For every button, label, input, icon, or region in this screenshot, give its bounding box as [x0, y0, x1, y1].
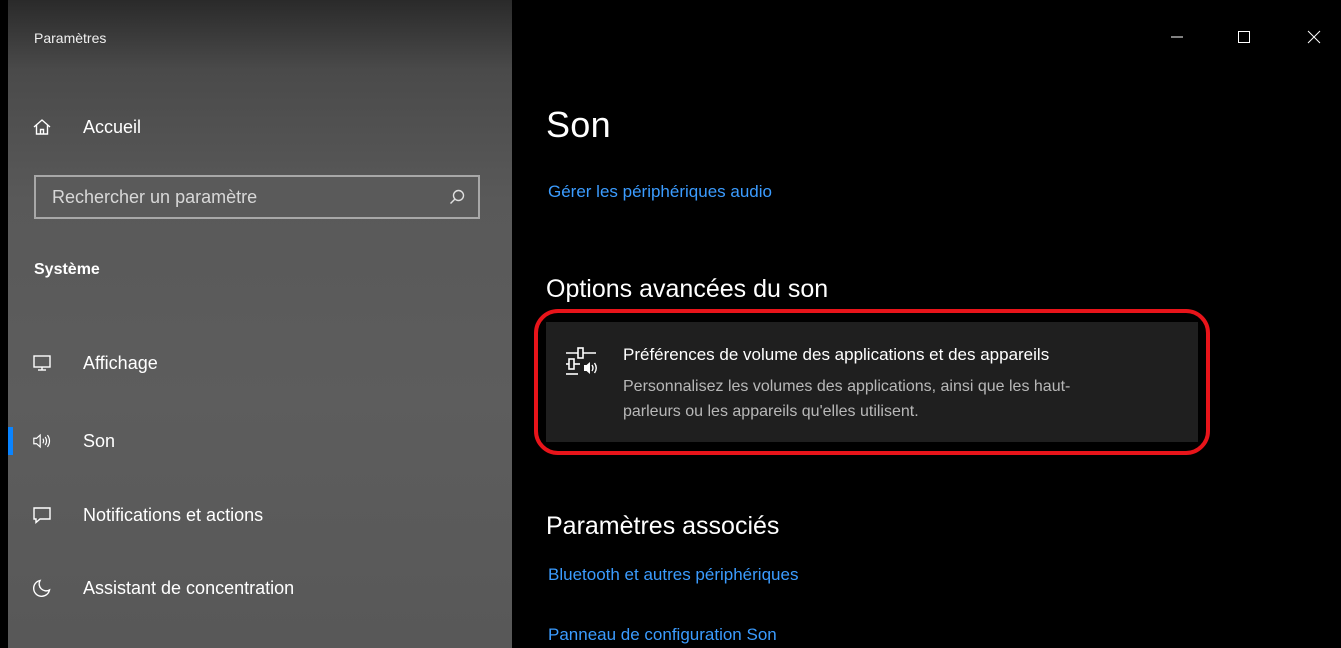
minimize-icon [1171, 36, 1183, 38]
page-title: Son [546, 104, 611, 145]
sidebar-item-affichage[interactable]: Affichage [8, 341, 512, 385]
manage-audio-devices-link[interactable]: Gérer les périphériques audio [548, 182, 772, 202]
active-indicator [8, 427, 13, 455]
sound-control-panel-link[interactable]: Panneau de configuration Son [548, 625, 777, 645]
close-icon [1307, 30, 1321, 44]
related-settings-heading: Paramètres associés [546, 512, 780, 540]
search-input[interactable] [36, 185, 444, 209]
main-content: Son Gérer les périphériques audio Option… [512, 0, 1341, 648]
sidebar: Paramètres Accueil Système [8, 0, 512, 648]
home-icon [32, 117, 52, 137]
sidebar-item-label: Son [83, 430, 116, 451]
bluetooth-devices-link[interactable]: Bluetooth et autres périphériques [548, 565, 798, 585]
app-title: Paramètres [34, 30, 107, 46]
sidebar-item-label: Assistant de concentration [83, 577, 295, 598]
speaker-icon [32, 431, 52, 451]
app-volume-preferences-card[interactable]: Préférences de volume des applications e… [546, 322, 1198, 442]
settings-window: Paramètres Accueil Système [0, 0, 1341, 648]
minimize-button[interactable] [1157, 20, 1197, 54]
close-button[interactable] [1294, 20, 1334, 54]
section-heading-systeme: Système [34, 261, 100, 278]
moon-icon [32, 578, 52, 598]
volume-mixer-icon [566, 347, 597, 375]
sidebar-item-assistant-concentration[interactable]: Assistant de concentration [8, 566, 512, 610]
sidebar-item-notifications[interactable]: Notifications et actions [8, 493, 512, 537]
advanced-sound-options-heading: Options avancées du son [546, 275, 829, 303]
card-title: Préférences de volume des applications e… [623, 345, 1050, 364]
card-description: Personnalisez les volumes des applicatio… [623, 374, 1193, 424]
maximize-icon [1238, 31, 1250, 43]
card-description-line: Personnalisez les volumes des applicatio… [623, 378, 1071, 395]
monitor-icon [32, 353, 52, 373]
card-description-line: parleurs ou les appareils qu'elles utili… [623, 403, 919, 420]
search-box [34, 175, 480, 219]
sidebar-item-son[interactable]: Son [8, 419, 512, 463]
notification-icon [32, 505, 52, 525]
sidebar-item-label: Affichage [83, 352, 158, 373]
search-icon[interactable] [448, 188, 466, 206]
sidebar-item-label: Notifications et actions [83, 504, 264, 525]
sidebar-item-home[interactable]: Accueil [8, 105, 512, 149]
maximize-button[interactable] [1224, 20, 1264, 54]
sidebar-item-label: Accueil [83, 116, 142, 137]
